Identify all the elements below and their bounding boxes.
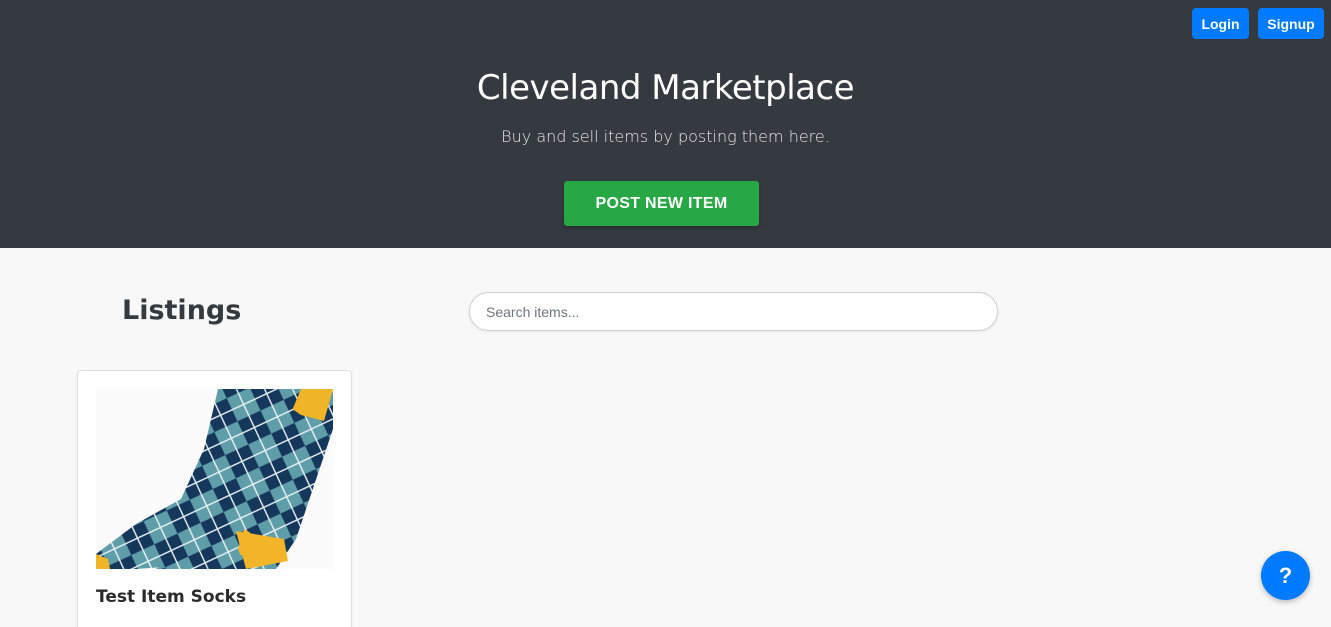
listings-heading: Listings <box>122 295 242 326</box>
question-mark-icon: ? <box>1278 562 1293 588</box>
post-new-item-button[interactable]: POST NEW ITEM <box>564 181 759 226</box>
signup-button[interactable]: Signup <box>1258 8 1324 39</box>
help-button[interactable]: ? <box>1261 551 1310 600</box>
argyle-socks-image[interactable] <box>96 389 333 569</box>
search-input[interactable] <box>469 292 998 331</box>
page-subtitle: Buy and sell items by posting them here. <box>501 127 830 146</box>
login-button[interactable]: Login <box>1192 8 1249 39</box>
page-title: Cleveland Marketplace <box>476 68 855 108</box>
listing-card[interactable]: Test Item Socks <box>77 370 352 627</box>
listing-title[interactable]: Test Item Socks <box>96 587 246 607</box>
hero-header: Login Signup Cleveland Marketplace Buy a… <box>0 0 1331 248</box>
